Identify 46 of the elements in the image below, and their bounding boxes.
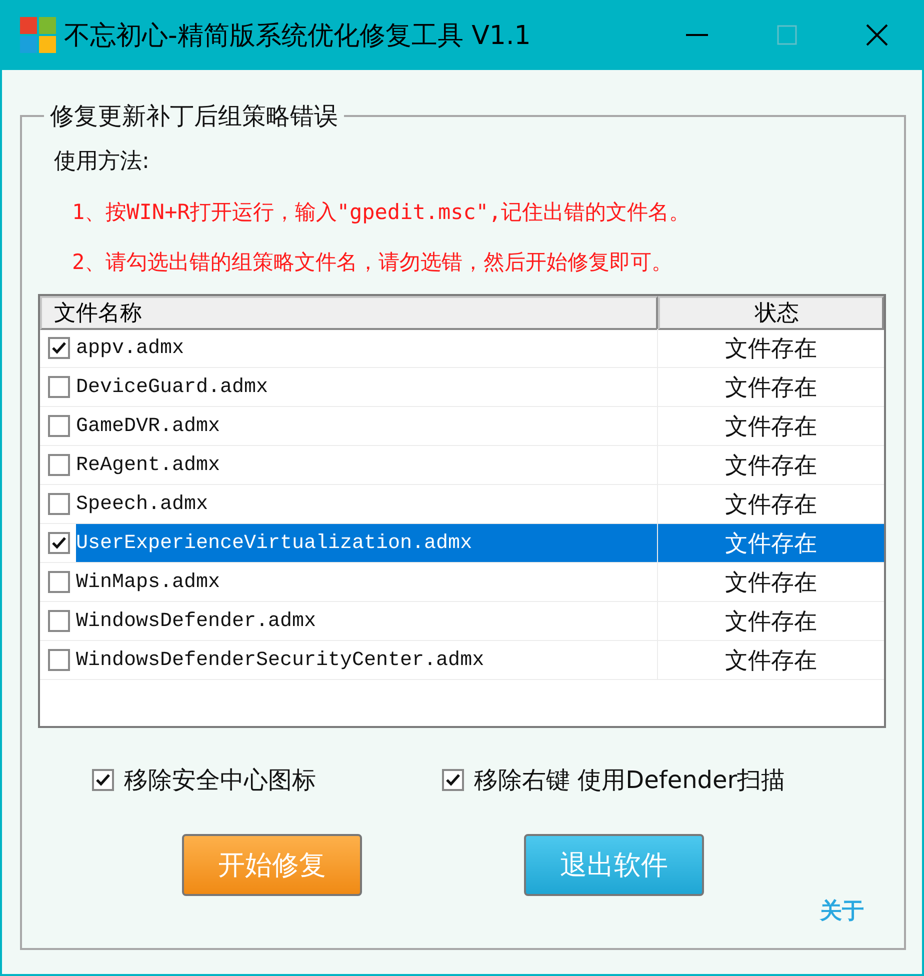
status-cell-text: 文件存在 [724, 608, 818, 636]
option-label: 移除右键 使用Defender扫描 [474, 765, 786, 796]
checkbox[interactable] [48, 610, 70, 632]
file-name[interactable]: Speech.admx [76, 485, 657, 523]
file-name[interactable]: WindowsDefenderSecurityCenter.admx [76, 641, 657, 679]
file-name[interactable]: UserExperienceVirtualization.admx [76, 524, 657, 562]
status-cell-text: 文件存在 [724, 374, 818, 402]
instruction-text: 2、请勾选出错的组策略文件名，请勿选错，然后开始修复即可。 [72, 249, 674, 276]
checkbox[interactable] [442, 769, 464, 791]
status-cell-text: 文件存在 [724, 334, 818, 364]
check-icon [51, 341, 67, 355]
column-header[interactable]: 文件名称 [40, 296, 658, 330]
group-title: 修复更新补丁后组策略错误 [49, 101, 339, 132]
check-icon [95, 773, 111, 787]
usage-heading: 使用方法: [54, 148, 150, 176]
window-title: 不忘初心-精简版系统优化修复工具 V1.1 [64, 20, 532, 52]
status-cell-text: 文件存在 [724, 452, 818, 480]
status-cell-text: 文件存在 [724, 490, 818, 520]
file-name[interactable]: GameDVR.admx [76, 407, 657, 445]
checkbox[interactable] [48, 532, 70, 554]
file-name[interactable]: WinMaps.admx [76, 563, 657, 601]
file-name[interactable]: ReAgent.admx [76, 446, 657, 484]
maximize-icon [777, 25, 797, 45]
check-icon [51, 536, 67, 550]
checkbox[interactable] [48, 376, 70, 398]
check-icon [445, 773, 461, 787]
checkbox[interactable] [48, 337, 70, 359]
checkbox[interactable] [48, 571, 70, 593]
file-name[interactable]: WindowsDefender.admx [76, 602, 657, 640]
instruction-text: 1、按WIN+R打开运行，输入"gpedit.msc",记住出错的文件名。 [72, 199, 692, 226]
close-icon [866, 24, 888, 46]
status-cell-text: 文件存在 [724, 412, 818, 442]
windows-logo-icon [20, 17, 56, 53]
checkbox[interactable] [48, 415, 70, 437]
minimize-icon [686, 34, 708, 36]
status-cell-text: 文件存在 [724, 646, 818, 676]
file-name[interactable]: appv.admx [76, 329, 657, 367]
option-label: 移除安全中心图标 [124, 765, 316, 796]
checkbox[interactable] [92, 769, 114, 791]
status-cell-text: 文件存在 [724, 568, 818, 598]
file-name[interactable]: DeviceGuard.admx [76, 368, 657, 406]
checkbox[interactable] [48, 454, 70, 476]
checkbox[interactable] [48, 649, 70, 671]
status-cell: 文件存在 [658, 524, 884, 562]
column-header[interactable]: 状态 [658, 296, 884, 330]
checkbox[interactable] [48, 493, 70, 515]
